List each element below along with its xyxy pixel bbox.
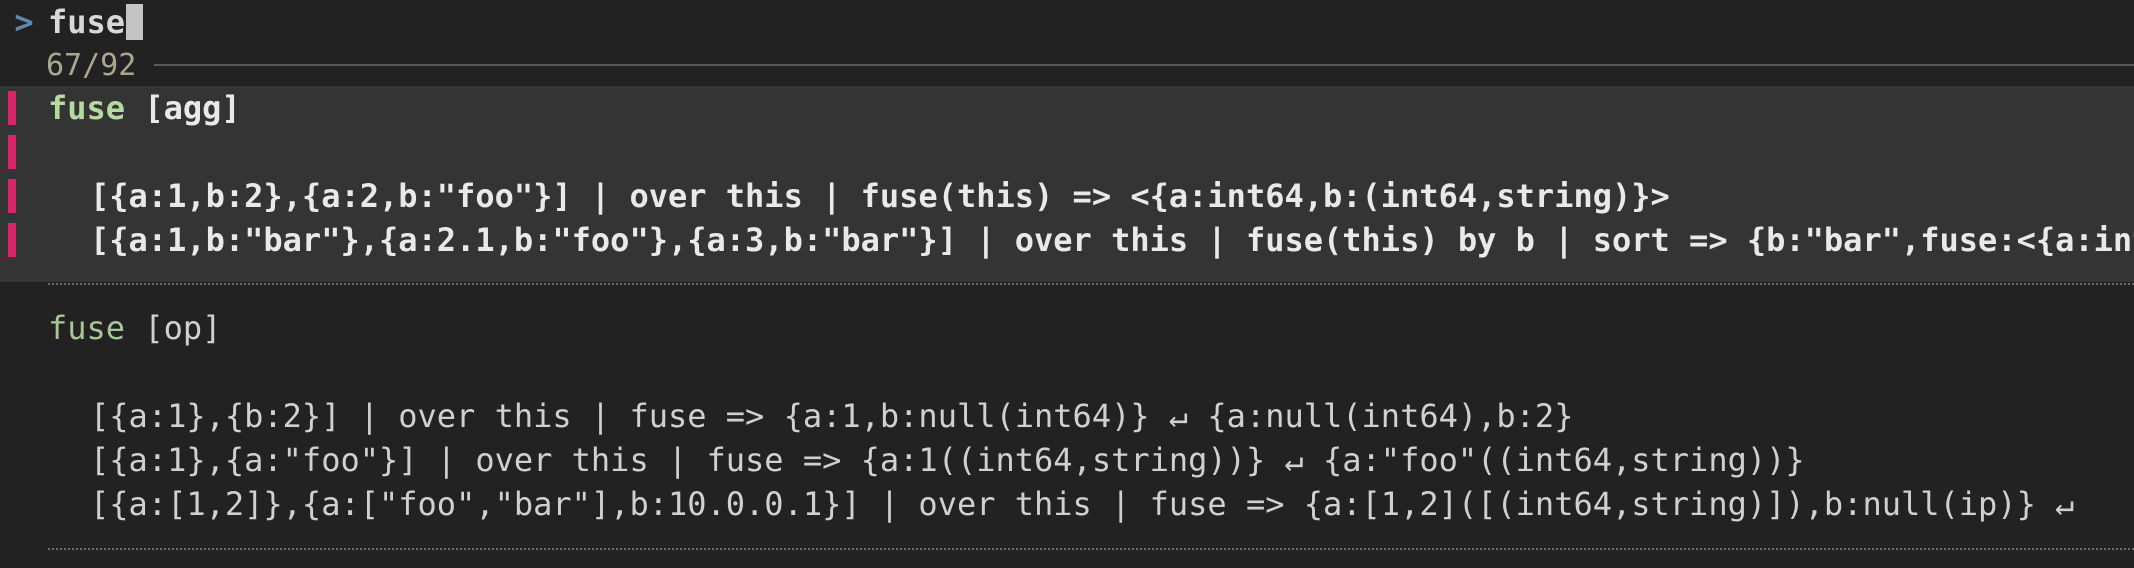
result-blank-line [0,130,2134,174]
result-item-selected[interactable]: fuse [agg] [{a:1,b:2},{a:2,b:"foo"}] | o… [0,86,2134,282]
result-divider [48,283,2134,285]
result-blank-line [0,350,2134,394]
match-count: 67/92 [46,47,137,83]
result-item[interactable]: fuse [op] [{a:1},{b:2}] | over this | fu… [0,306,2134,544]
result-example-line: [{a:1,b:2},{a:2,b:"foo"}] | over this | … [0,174,2134,218]
result-title-line: fuse [op] [0,306,2134,350]
search-input[interactable]: fuse [48,3,125,41]
result-tag: [op] [125,309,222,347]
result-example-line: [{a:[1,2]},{a:["foo","bar"],b:10.0.0.1}]… [0,482,2134,526]
result-example: [{a:1,b:"bar"},{a:2.1,b:"foo"},{a:3,b:"b… [90,221,2134,259]
result-example: [{a:1},{a:"foo"}] | over this | fuse => … [90,441,1805,479]
result-title: fuse [agg] [48,86,241,130]
selection-marker [8,179,16,213]
result-example-line: [{a:1,b:"bar"},{a:2.1,b:"foo"},{a:3,b:"b… [0,218,2134,262]
result-example: [{a:1},{b:2}] | over this | fuse => {a:1… [90,397,1574,435]
result-tag: [agg] [125,89,241,127]
prompt-line[interactable]: > fuse [0,0,2134,44]
result-keyword: fuse [48,309,126,347]
result-divider [48,548,2134,550]
terminal-window: > fuse 67/92 fuse [agg] [{a:1,b:2},{a:2,… [0,0,2134,568]
result-title-line: fuse [agg] [0,86,2134,130]
result-example: [{a:1,b:2},{a:2,b:"foo"}] | over this | … [90,177,1670,215]
selection-marker [8,91,16,125]
text-cursor [126,4,144,40]
result-example: [{a:[1,2]},{a:["foo","bar"],b:10.0.0.1}]… [90,485,2075,523]
info-separator [154,64,2134,66]
result-example-line: [{a:1},{a:"foo"}] | over this | fuse => … [0,438,2134,482]
selection-marker [8,223,16,257]
prompt-arrow-icon: > [14,3,34,41]
result-title: fuse [op] [48,306,221,350]
info-line: 67/92 [0,44,2134,86]
result-keyword: fuse [48,89,126,127]
result-example-line: [{a:1},{b:2}] | over this | fuse => {a:1… [0,394,2134,438]
selection-marker [8,135,16,169]
